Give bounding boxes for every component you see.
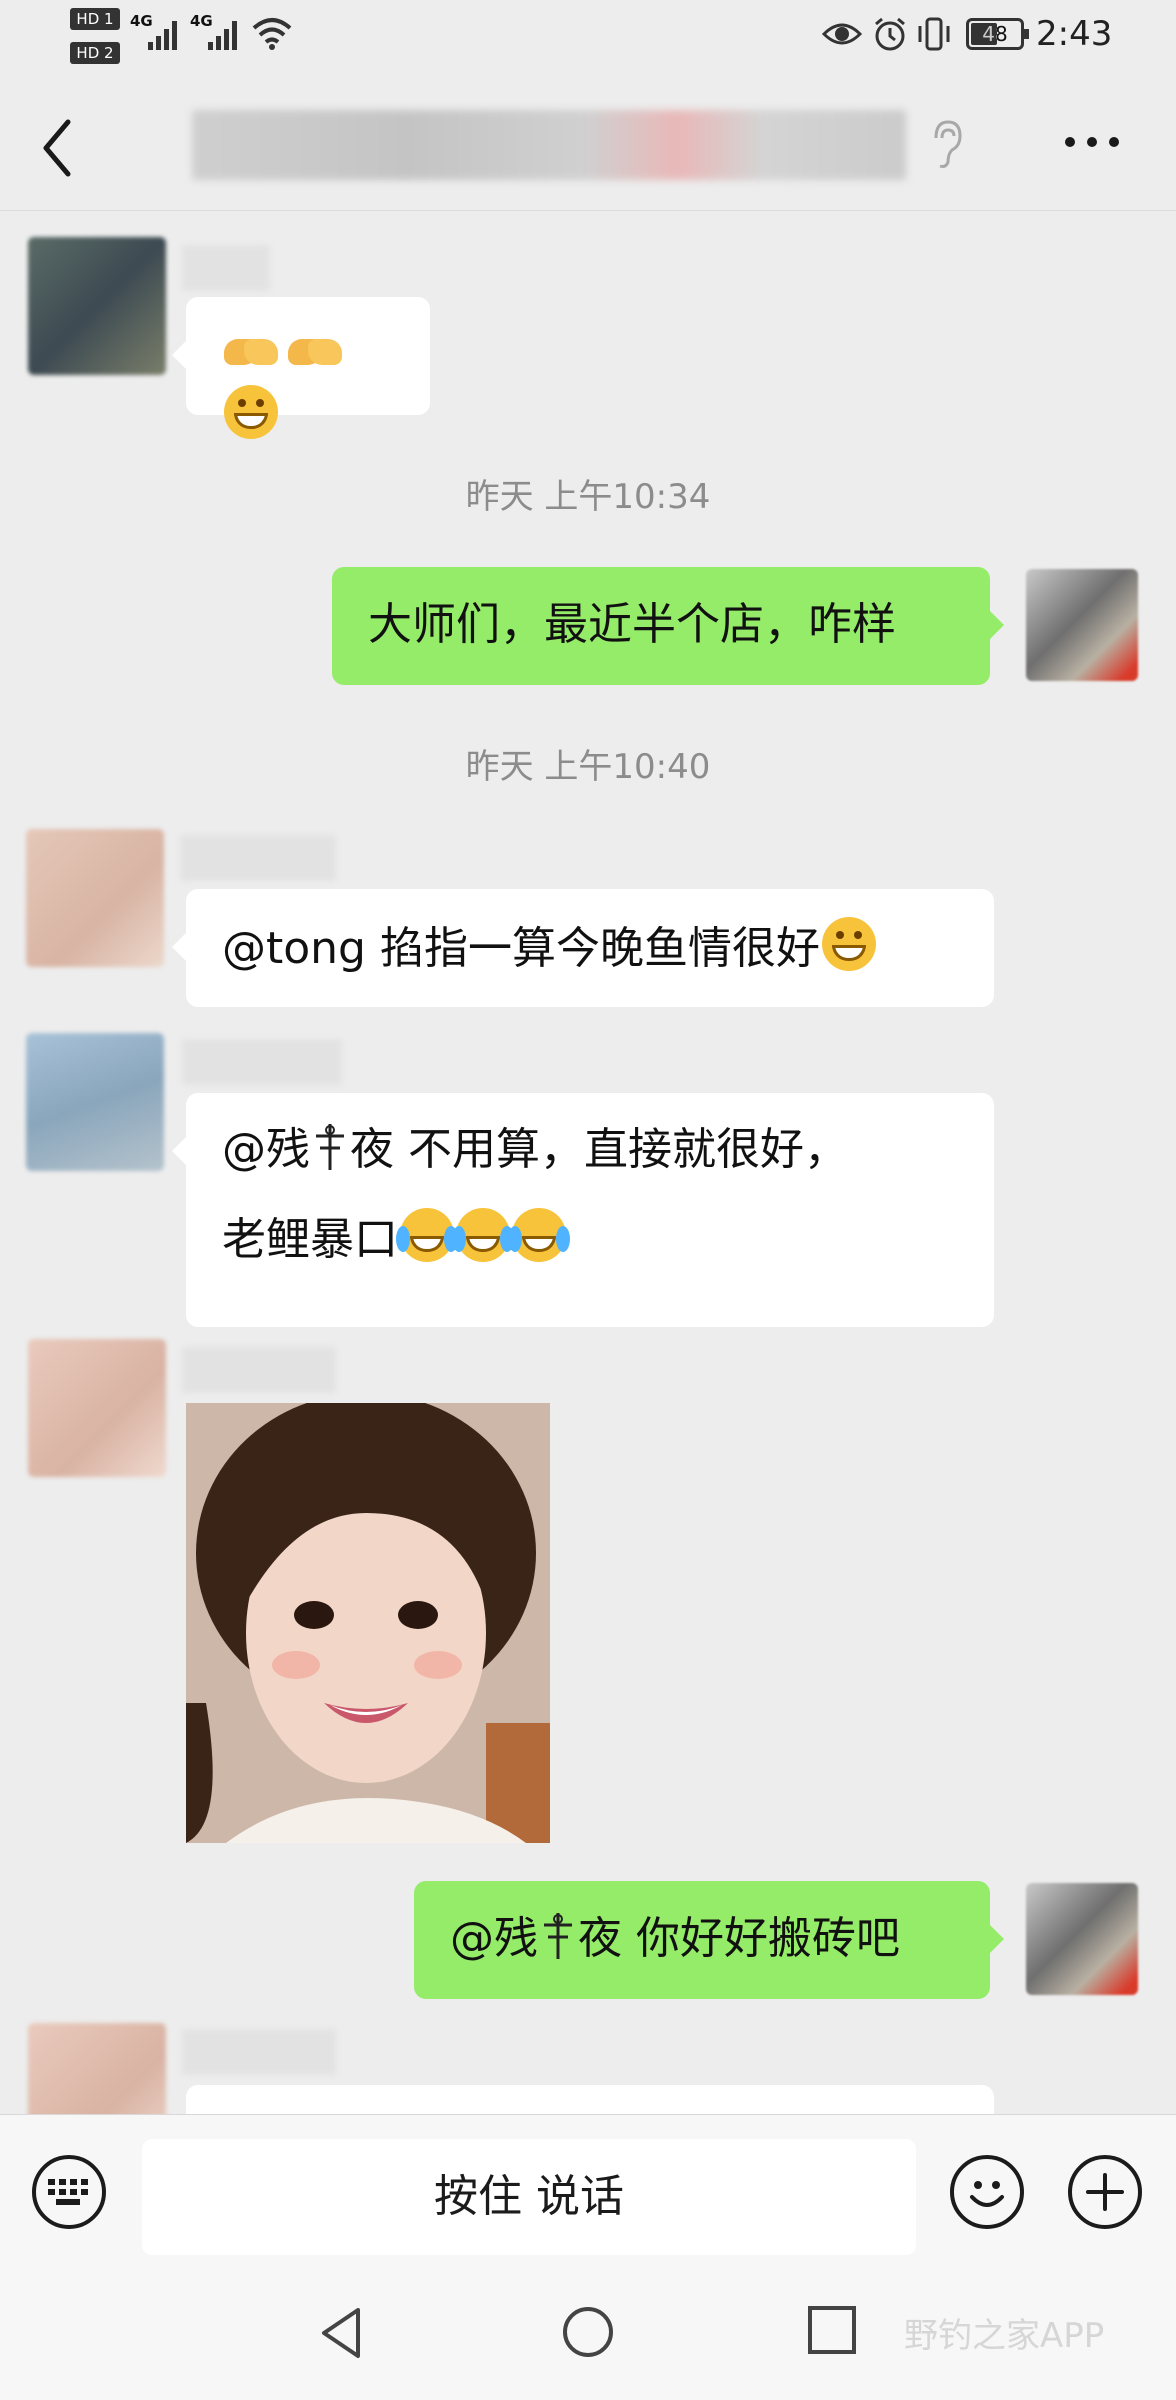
avatar[interactable] bbox=[26, 829, 164, 967]
mention-prefix: @残 bbox=[450, 1913, 538, 1964]
child-photo bbox=[186, 1403, 550, 1843]
sender-name-blurred bbox=[182, 1347, 336, 1393]
message-text-line2: 老鲤暴口 bbox=[222, 1214, 398, 1265]
cross-symbol-icon bbox=[544, 1913, 572, 1959]
back-icon[interactable] bbox=[38, 116, 78, 180]
message-bubble[interactable]: @残夜 不用算，直接就很好， 老鲤暴口 bbox=[172, 1093, 994, 1327]
clock: 2:43 bbox=[1036, 14, 1113, 54]
cross-symbol-icon bbox=[316, 1124, 344, 1170]
hold-to-talk-button[interactable]: 按住 说话 bbox=[142, 2139, 916, 2255]
chat-area[interactable]: 昨天 上午10:34 大师们，最近半个店，咋样 昨天 上午10:40 @tong… bbox=[0, 211, 1176, 2114]
chat-header bbox=[0, 80, 1176, 211]
battery-icon: 48 bbox=[966, 18, 1029, 50]
laugh-cry-emoji-icon bbox=[396, 1208, 458, 1262]
avatar[interactable] bbox=[28, 1339, 166, 1477]
vibrate-icon bbox=[918, 17, 950, 51]
battery-level: 48 bbox=[982, 22, 1008, 46]
handshake-icon bbox=[286, 333, 346, 373]
laugh-cry-emoji-icon bbox=[452, 1208, 514, 1262]
wifi-icon bbox=[252, 18, 292, 50]
laugh-cry-emoji-icon bbox=[508, 1208, 570, 1262]
smiley-icon bbox=[970, 2181, 1004, 2207]
mention-prefix: @残 bbox=[222, 1124, 310, 1175]
sender-name-blurred bbox=[180, 835, 336, 881]
signal-icon-1 bbox=[148, 21, 177, 50]
avatar[interactable] bbox=[26, 1033, 164, 1171]
watermark: 野钓之家APP bbox=[904, 2316, 1105, 2356]
message-bubble-partial[interactable] bbox=[186, 2085, 994, 2114]
timestamp: 昨天 上午10:40 bbox=[465, 747, 711, 787]
more-functions-button[interactable] bbox=[1068, 2155, 1142, 2229]
keyboard-toggle-button[interactable] bbox=[32, 2155, 106, 2229]
grin-emoji-icon bbox=[224, 385, 278, 439]
message-text: @tong 掐指一算今晚鱼情很好 bbox=[222, 923, 820, 974]
more-icon[interactable] bbox=[1064, 134, 1120, 150]
hd2-badge: HD 2 bbox=[70, 42, 120, 64]
keyboard-icon bbox=[48, 2179, 88, 2205]
avatar[interactable] bbox=[28, 2023, 166, 2114]
own-avatar[interactable] bbox=[1026, 1883, 1138, 1995]
sender-name-blurred bbox=[182, 245, 270, 291]
message-bubble-emoji[interactable] bbox=[172, 297, 430, 439]
timestamp: 昨天 上午10:34 bbox=[465, 477, 711, 517]
signal-icon-2 bbox=[208, 21, 237, 50]
grin-emoji-icon bbox=[821, 917, 876, 971]
circle-home-icon[interactable] bbox=[560, 2304, 616, 2360]
message-bubble-own[interactable]: 大师们，最近半个店，咋样 bbox=[332, 567, 1004, 685]
hd1-badge: HD 1 bbox=[70, 8, 120, 30]
sender-name-blurred bbox=[182, 2029, 336, 2075]
alarm-icon bbox=[875, 17, 905, 51]
input-bar: 按住 说话 bbox=[0, 2114, 1176, 2265]
avatar[interactable] bbox=[28, 237, 166, 375]
message-bubble[interactable]: @tong 掐指一算今晚鱼情很好 bbox=[172, 889, 994, 1007]
message-bubble-own[interactable]: @残夜 你好好搬砖吧 bbox=[414, 1881, 1004, 1999]
message-text: 夜 你好好搬砖吧 bbox=[578, 1913, 900, 1964]
triangle-back-icon[interactable] bbox=[316, 2304, 366, 2362]
system-nav-bar: 野钓之家APP bbox=[0, 2264, 1176, 2400]
own-avatar[interactable] bbox=[1026, 569, 1138, 681]
image-message[interactable] bbox=[186, 1403, 550, 1843]
message-text-line1: 夜 不用算，直接就很好， bbox=[350, 1124, 848, 1175]
status-bar: HD 1 HD 2 4G 4G 48 2:43 bbox=[0, 0, 1176, 80]
sender-name-blurred bbox=[182, 1039, 342, 1085]
eye-icon bbox=[822, 23, 862, 45]
ear-icon bbox=[934, 120, 962, 168]
plus-icon bbox=[1086, 2173, 1124, 2211]
message-text: 大师们，最近半个店，咋样 bbox=[368, 599, 896, 650]
square-recent-icon[interactable] bbox=[806, 2304, 860, 2358]
chat-title-blurred bbox=[192, 110, 906, 180]
emoji-button[interactable] bbox=[950, 2155, 1024, 2229]
handshake-icon bbox=[222, 333, 282, 373]
